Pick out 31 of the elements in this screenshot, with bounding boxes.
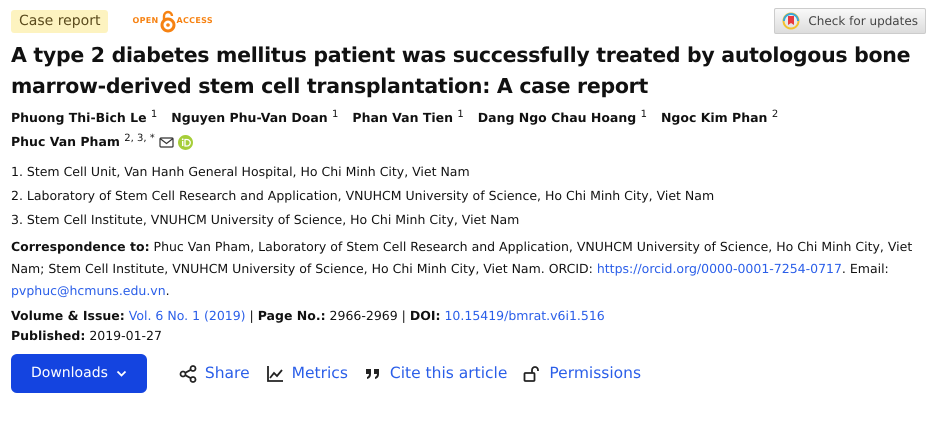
author-name[interactable]: Ngoc Kim Phan $^{2}$	[660, 106, 778, 130]
author-name[interactable]: Phuong Thi-Bich Le $^{1}$	[11, 106, 158, 130]
affiliation-text: 1. Stem Cell Unit, Van Hanh General Hospital, Ho Chi Minh City, Viet Nam	[11, 163, 471, 181]
unlocked-padlock-icon	[523, 364, 542, 382]
article-title: A type 2 diabetes mellitus patient was successfully treated by autologous bone marrow-derived stem cell transplantation: A case report	[11, 42, 912, 100]
open-access-logo: OPEN ACCESS	[132, 9, 213, 33]
share-icon	[178, 364, 197, 382]
author-name[interactable]: Phan Van Tien $^{1}$	[352, 106, 464, 130]
action-link[interactable]: Cite this article	[364, 362, 508, 386]
line-chart-icon	[266, 364, 284, 382]
article-type-badge: Case report	[11, 10, 108, 32]
author-name[interactable]: Dang Ngo Chau Hoang $^{1}$	[478, 106, 647, 130]
email-icon[interactable]	[158, 136, 174, 148]
link[interactable]: Vol. 6 No. 1 (2019)	[128, 308, 246, 323]
author-name[interactable]: Phuc Van Pham $^{2, 3, *}$	[11, 130, 155, 154]
link[interactable]: 10.15419/bmrat.v6i1.516	[444, 308, 605, 323]
affiliation-text: 3. Stem Cell Institute, VNUHCM University of Science, Ho Chi Minh City, Viet Nam	[11, 211, 520, 229]
publication-details-text: Volume & Issue: Vol. 6 No. 1 (2019) | Page No.: 2966-2969 | DOI: 10.15419/bmrat.v6i1.516	[11, 307, 606, 325]
downloads-button[interactable]: Downloads	[11, 354, 147, 393]
bookmark-badge-icon	[782, 12, 800, 30]
caret-icon	[116, 370, 127, 378]
action-link[interactable]: Metrics	[266, 362, 348, 386]
correspondence-text: Correspondence to: Phuc Van Pham, Laboratory of Stem Cell Research and Application, VNUHCM University of Science, Ho Chi Minh City, Viet Nam; Stem Cell Institute, VNUHCM University of Science, Ho Chi Minh City, Viet Nam. ORCID: https://orcid.org/0000-0001-7254-0717. Email: pvphuc@hcmuns.edu.vn.	[11, 238, 914, 300]
affiliation-text: 2. Laboratory of Stem Cell Research and Application, VNUHCM University of Science, Ho Chi Minh City, Viet Nam	[11, 187, 716, 205]
action-link[interactable]: Share	[178, 362, 250, 386]
published-date-text: Published: 2019-01-27	[11, 327, 163, 345]
link[interactable]: https://orcid.org/0000-0001-7254-0717	[596, 261, 842, 276]
action-link[interactable]: Permissions	[523, 362, 642, 386]
check-for-updates-button[interactable]: Check for updates	[774, 8, 926, 34]
link[interactable]: pvphuc@hcmuns.edu.vn	[11, 283, 166, 298]
author-name[interactable]: Nguyen Phu-Van Doan $^{1}$	[171, 106, 338, 130]
